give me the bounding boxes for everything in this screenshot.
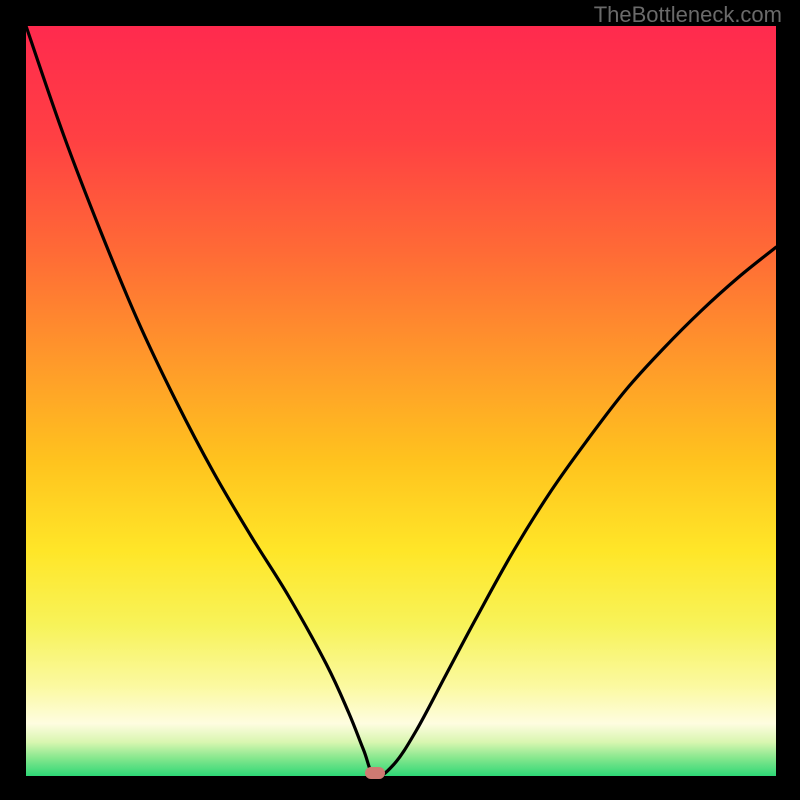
chart-frame: TheBottleneck.com — [0, 0, 800, 800]
optimal-marker — [365, 767, 385, 779]
chart-svg — [0, 0, 800, 800]
watermark-text: TheBottleneck.com — [594, 2, 782, 28]
gradient-background — [26, 26, 776, 776]
